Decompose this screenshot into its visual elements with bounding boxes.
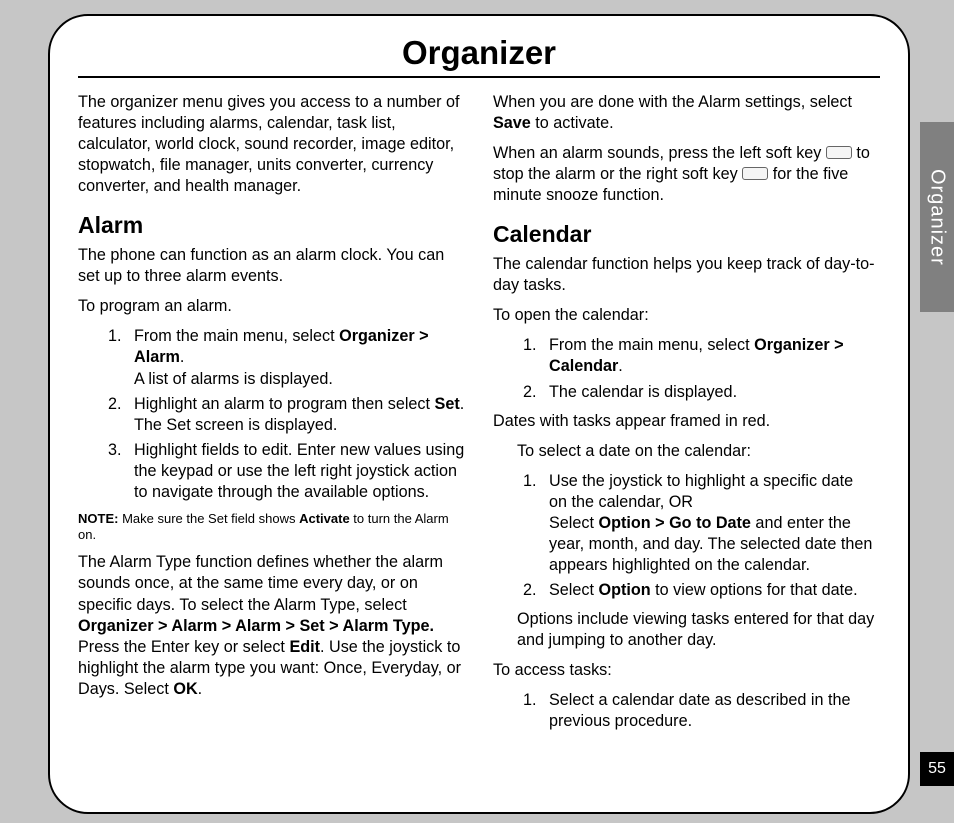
manual-page: Organizer The organizer menu gives you a… — [48, 14, 910, 814]
section-tab: Organizer — [920, 122, 954, 312]
alarm-type-paragraph: The Alarm Type function defines whether … — [78, 552, 465, 699]
page-title: Organizer — [78, 34, 880, 76]
cal-step-2: The calendar is displayed. — [541, 382, 880, 403]
alarm-steps: From the main menu, select Organizer > A… — [78, 326, 465, 503]
cal-step-1: From the main menu, select Organizer > C… — [541, 335, 880, 377]
alarm-step-2: Highlight an alarm to program then selec… — [126, 394, 465, 436]
page-number: 55 — [920, 752, 954, 786]
select-date-steps: Use the joystick to highlight a specific… — [493, 471, 880, 601]
alarm-save-paragraph: When you are done with the Alarm setting… — [493, 92, 880, 134]
calendar-desc: The calendar function helps you keep tra… — [493, 254, 880, 296]
alarm-desc: The phone can function as an alarm clock… — [78, 245, 465, 287]
dates-framed-paragraph: Dates with tasks appear framed in red. — [493, 411, 880, 432]
title-rule — [78, 76, 880, 78]
calendar-open-intro: To open the calendar: — [493, 305, 880, 326]
access-tasks-intro: To access tasks: — [493, 660, 880, 681]
alarm-step-3: Highlight fields to edit. Enter new valu… — [126, 440, 465, 503]
alarm-sound-paragraph: When an alarm sounds, press the left sof… — [493, 143, 880, 206]
calendar-heading: Calendar — [493, 220, 880, 250]
calendar-open-steps: From the main menu, select Organizer > C… — [493, 335, 880, 402]
left-softkey-icon — [826, 146, 852, 159]
two-column-layout: The organizer menu gives you access to a… — [78, 92, 880, 740]
options-paragraph: Options include viewing tasks entered fo… — [493, 609, 880, 651]
date-step-2: Select Option to view options for that d… — [541, 580, 880, 601]
alarm-heading: Alarm — [78, 211, 465, 241]
intro-paragraph: The organizer menu gives you access to a… — [78, 92, 465, 197]
task-step-1: Select a calendar date as described in t… — [541, 690, 880, 732]
select-date-intro: To select a date on the calendar: — [493, 441, 880, 462]
left-column: The organizer menu gives you access to a… — [78, 92, 465, 740]
alarm-step-1: From the main menu, select Organizer > A… — [126, 326, 465, 389]
right-softkey-icon — [742, 167, 768, 180]
alarm-program-intro: To program an alarm. — [78, 296, 465, 317]
date-step-1: Use the joystick to highlight a specific… — [541, 471, 880, 576]
access-tasks-steps: Select a calendar date as described in t… — [493, 690, 880, 732]
right-column: When you are done with the Alarm setting… — [493, 92, 880, 740]
alarm-note: NOTE: Make sure the Set field shows Acti… — [78, 511, 465, 544]
